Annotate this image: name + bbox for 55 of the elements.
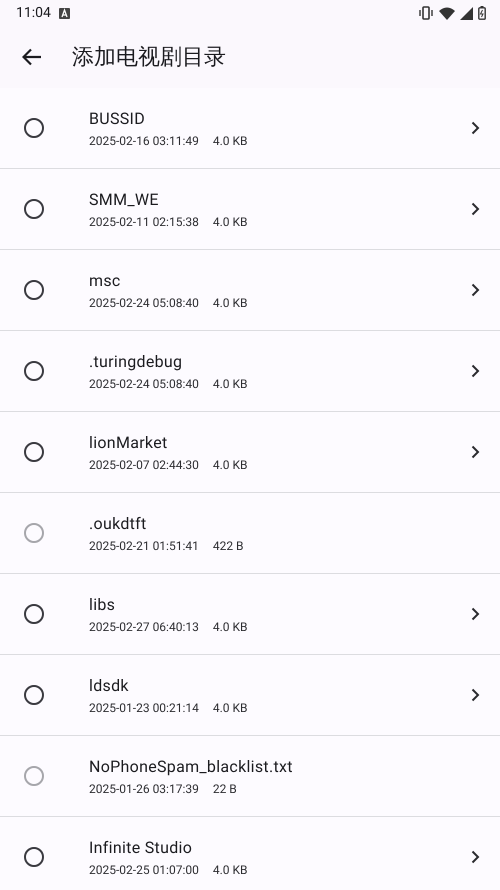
radio-button[interactable] xyxy=(24,442,44,462)
item-size: 22 B xyxy=(212,782,237,796)
item-name: BUSSID xyxy=(89,108,146,128)
page-title: 添加电视剧目录 xyxy=(72,44,226,72)
radio-button[interactable] xyxy=(24,361,44,381)
item-date: 2025-02-24 05:08:40 xyxy=(89,296,199,310)
item-size: 4.0 KB xyxy=(212,620,248,634)
item-size: 4.0 KB xyxy=(212,700,248,714)
item-name: lionMarket xyxy=(89,432,169,452)
radio-button[interactable] xyxy=(24,199,44,219)
item-date: 2025-02-24 05:08:40 xyxy=(89,376,199,390)
item-size: 4.0 KB xyxy=(212,862,248,876)
radio-button[interactable] xyxy=(24,118,44,138)
radio-button[interactable] xyxy=(24,523,44,543)
chevron-icon[interactable] xyxy=(471,607,480,621)
item-name: .turingdebug xyxy=(89,352,184,370)
radio-button[interactable] xyxy=(24,280,44,300)
radio-button[interactable] xyxy=(24,766,44,786)
chevron-icon[interactable] xyxy=(471,121,480,135)
chevron-icon[interactable] xyxy=(471,445,480,459)
item-name: .oukdtft xyxy=(89,514,148,532)
battery-icon xyxy=(478,6,486,20)
item-size: 4.0 KB xyxy=(212,458,248,472)
item-name: NoPhoneSpam_blacklist.txt xyxy=(89,756,294,776)
notification-icon xyxy=(58,8,70,18)
chevron-icon[interactable] xyxy=(471,202,480,216)
item-date: 2025-02-16 03:11:49 xyxy=(89,134,199,148)
item-name: msc xyxy=(89,270,122,290)
item-size: 4.0 KB xyxy=(212,296,248,310)
item-name: SMM_WE xyxy=(89,190,160,208)
radio-button[interactable] xyxy=(24,604,44,624)
item-date: 2025-02-27 06:40:13 xyxy=(89,620,199,634)
item-size: 4.0 KB xyxy=(212,376,248,390)
status-time: 11:04 xyxy=(16,5,51,21)
item-date: 2025-01-26 03:17:39 xyxy=(89,782,199,796)
item-name: libs xyxy=(89,594,116,614)
vibrate-icon xyxy=(418,6,434,20)
chevron-icon[interactable] xyxy=(471,364,480,378)
item-date: 2025-02-21 01:51:41 xyxy=(89,538,199,552)
wifi-icon xyxy=(439,6,455,20)
radio-button[interactable] xyxy=(24,847,44,867)
item-date: 2025-02-11 02:15:38 xyxy=(89,214,199,228)
item-size: 422 B xyxy=(212,538,244,552)
item-name: ldsdk xyxy=(89,676,130,694)
chevron-icon[interactable] xyxy=(471,688,480,702)
item-size: 4.0 KB xyxy=(212,134,248,148)
item-name: Infinite Studio xyxy=(89,838,194,856)
signal-icon xyxy=(460,6,473,20)
item-size: 4.0 KB xyxy=(212,214,248,228)
item-date: 2025-01-23 00:21:14 xyxy=(89,700,199,714)
chevron-icon[interactable] xyxy=(471,283,480,297)
radio-button[interactable] xyxy=(24,685,44,705)
item-date: 2025-02-25 01:07:00 xyxy=(89,862,199,876)
item-date: 2025-02-07 02:44:30 xyxy=(89,458,199,472)
chevron-icon[interactable] xyxy=(471,850,480,864)
